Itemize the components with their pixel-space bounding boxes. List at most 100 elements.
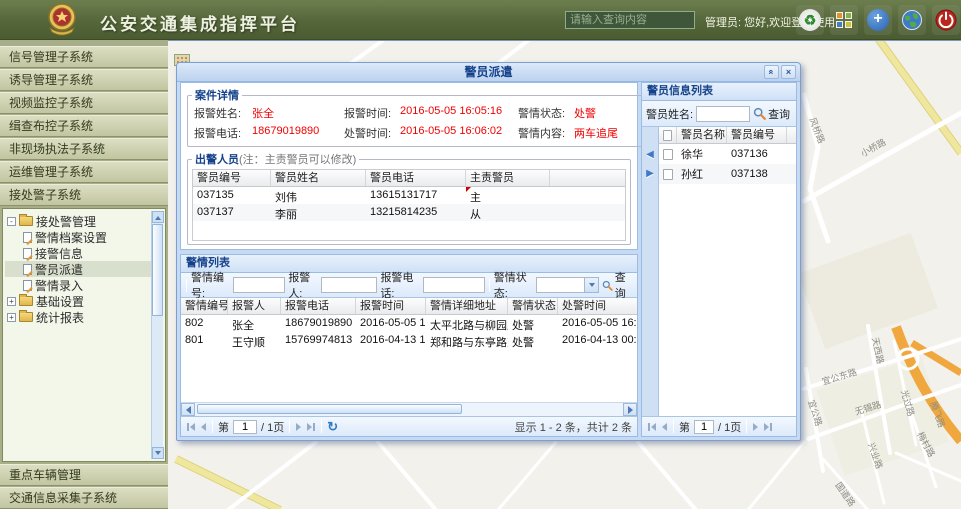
scrollbar-thumb[interactable] <box>152 224 163 316</box>
scrollbar-thumb[interactable] <box>197 404 462 414</box>
sidebar-item-offsite[interactable]: 非现场执法子系统 <box>0 138 168 160</box>
column-header[interactable]: 报警人 <box>228 298 281 314</box>
app-title: 公安交通集成指挥平台 <box>100 10 300 35</box>
sidebar-item-checkcontrol[interactable]: 缉查布控子系统 <box>0 115 168 137</box>
caller-name-input[interactable] <box>321 277 377 293</box>
expand-icon[interactable]: + <box>7 313 16 322</box>
column-header[interactable]: 警员编号 <box>193 170 271 186</box>
prev-page-button[interactable] <box>661 422 668 432</box>
filter-label: 警情状态: <box>494 269 533 301</box>
sidebar-item-traffic-collect[interactable]: 交通信息采集子系统 <box>0 487 168 509</box>
column-header[interactable]: 警情详细地址 <box>426 298 508 314</box>
tree-scrollbar[interactable] <box>151 211 163 459</box>
globe-icon[interactable] <box>898 5 926 35</box>
page-number-input[interactable] <box>694 420 714 434</box>
column-header-sorted[interactable]: 警情编号 <box>181 298 228 314</box>
scroll-down-icon[interactable] <box>152 447 164 459</box>
nav-tree: - 接处警管理 警情档案设置 接警信息 警员派遣 警情录入 + <box>2 208 166 462</box>
tree-node-alarm-info[interactable]: 接警信息 <box>5 245 163 261</box>
dialog-titlebar[interactable]: 警员派遣 « × <box>177 63 800 82</box>
prev-page-button[interactable] <box>200 422 207 432</box>
caller-phone-input[interactable] <box>423 277 485 293</box>
recycle-icon[interactable]: ♻ <box>796 5 824 35</box>
officer-pager: 第 / 1页 <box>642 416 796 436</box>
table-row[interactable]: 037137 李丽 13215814235 从 <box>193 204 625 221</box>
search-label: 查询 <box>615 269 633 301</box>
sidebar-item-dispatch-system[interactable]: 接处警子系统 <box>0 184 168 206</box>
sidebar-item-guidance[interactable]: 诱导管理子系统 <box>0 69 168 91</box>
dispatch-legend: 出警人员(注：主责警员可以修改) <box>192 151 359 167</box>
table-row[interactable]: 802 张全 18679019890 2016-05-05 16:... 太平北… <box>181 315 637 332</box>
first-page-button[interactable] <box>186 422 196 432</box>
table-row[interactable]: 徐华 037136 <box>659 144 796 164</box>
alert-search-button[interactable]: 查询 <box>602 269 633 301</box>
sidebar-item-ops[interactable]: 运维管理子系统 <box>0 161 168 183</box>
tree-node-archive-setting[interactable]: 警情档案设置 <box>5 229 163 245</box>
column-header[interactable]: 警员名称 <box>677 127 727 143</box>
plus-glyph: + <box>867 9 889 31</box>
row-checkbox[interactable] <box>659 147 677 162</box>
last-page-button[interactable] <box>763 422 773 432</box>
sidebar-item-video[interactable]: 视频监控子系统 <box>0 92 168 114</box>
cell: 2016-04-13 00:04... <box>558 332 637 349</box>
cell-editable[interactable]: 主 <box>466 187 550 204</box>
page-suffix: / 1页 <box>718 419 741 435</box>
tree-node-stat-report[interactable]: + 统计报表 <box>5 309 163 325</box>
collapse-icon[interactable]: - <box>7 217 16 226</box>
horizontal-scrollbar[interactable] <box>181 402 637 416</box>
apps-grid-icon[interactable] <box>830 5 858 35</box>
add-icon[interactable]: + <box>864 5 892 35</box>
header-search-input[interactable] <box>565 11 695 29</box>
last-page-button[interactable] <box>306 422 316 432</box>
officer-search-button[interactable]: 查询 <box>753 106 790 122</box>
chevron-down-icon[interactable] <box>584 277 599 293</box>
cell: 037137 <box>193 204 271 221</box>
column-header[interactable]: 警员电话 <box>366 170 466 186</box>
refresh-icon[interactable]: ↻ <box>327 421 338 433</box>
cell: 徐华 <box>677 144 727 164</box>
row-checkbox[interactable] <box>659 167 677 182</box>
transfer-left-icon[interactable]: ◀ <box>646 149 654 160</box>
tree-node-alert-entry[interactable]: 警情录入 <box>5 277 163 293</box>
expand-icon[interactable]: + <box>7 297 16 306</box>
scroll-left-icon[interactable] <box>181 403 195 416</box>
tree-node-label: 基础设置 <box>36 293 84 310</box>
field-label: 警情内容: <box>518 125 574 141</box>
first-page-button[interactable] <box>647 422 657 432</box>
alert-status-select[interactable] <box>536 277 599 293</box>
power-icon[interactable] <box>932 5 960 35</box>
tree-node-officer-dispatch[interactable]: 警员派遣 <box>5 261 163 277</box>
scroll-right-icon[interactable] <box>623 403 637 416</box>
tree-node-basic-setting[interactable]: + 基础设置 <box>5 293 163 309</box>
field-label: 报警姓名: <box>194 105 252 121</box>
sidebar: 信号管理子系统 诱导管理子系统 视频监控子系统 缉查布控子系统 非现场执法子系统… <box>0 40 168 509</box>
next-page-button[interactable] <box>752 422 759 432</box>
column-header[interactable]: 警员编号 <box>727 127 787 143</box>
filter-label: 报警人: <box>288 269 318 301</box>
column-header[interactable]: 警情状态 <box>508 298 558 314</box>
table-row[interactable]: 孙红 037138 <box>659 164 796 184</box>
page-prefix: 第 <box>679 419 690 435</box>
column-header[interactable]: 警员姓名 <box>271 170 366 186</box>
column-header[interactable]: 处警时间 <box>558 298 637 314</box>
tree-node-label: 统计报表 <box>36 309 84 326</box>
sidebar-item-signal[interactable]: 信号管理子系统 <box>0 46 168 68</box>
select-all-checkbox[interactable] <box>659 127 677 143</box>
alert-id-input[interactable] <box>233 277 285 293</box>
next-page-button[interactable] <box>295 422 302 432</box>
column-header[interactable]: 报警时间 <box>356 298 426 314</box>
table-row[interactable]: 037135 刘伟 13615131717 主 <box>193 187 625 204</box>
transfer-right-icon[interactable]: ▶ <box>646 168 654 179</box>
column-header[interactable]: 报警电话 <box>281 298 356 314</box>
collapse-dialog-icon[interactable]: « <box>764 65 779 79</box>
cell-editable[interactable]: 从 <box>466 204 550 221</box>
column-header[interactable]: 主责警员 <box>466 170 550 186</box>
close-dialog-icon[interactable]: × <box>781 65 796 79</box>
field-value: 两车追尾 <box>574 125 646 141</box>
page-number-input[interactable] <box>233 420 257 434</box>
tree-node-dispatch-mgmt[interactable]: - 接处警管理 <box>5 213 163 229</box>
scroll-up-icon[interactable] <box>152 211 164 223</box>
table-row[interactable]: 801 王守顺 15769974813 2016-04-13 12:... 郑和… <box>181 332 637 349</box>
officer-name-input[interactable] <box>696 106 750 122</box>
sidebar-item-key-vehicle[interactable]: 重点车辆管理 <box>0 464 168 486</box>
